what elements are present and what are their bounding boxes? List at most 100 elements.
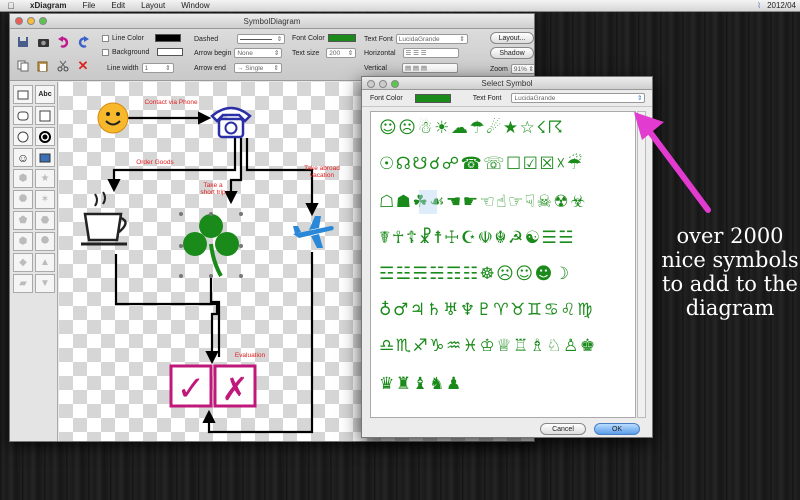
arrow-end-label: Arrow end	[194, 64, 226, 72]
hexagon-tool-icon[interactable]: ⬢	[13, 169, 33, 188]
menu-window[interactable]: Window	[173, 1, 217, 10]
circle-tool-icon[interactable]	[13, 127, 33, 146]
dialog-zoom-icon[interactable]	[391, 80, 399, 88]
horizontal-label: Horizontal	[364, 49, 396, 57]
delete-icon[interactable]: ✕	[74, 56, 92, 76]
line-color-checkbox[interactable]	[102, 34, 109, 42]
dialog-text-font-select[interactable]: LucidaGrande ⇕	[511, 93, 646, 103]
symbol-row[interactable]: ☖☗☘☙☚☛☜☝☞☟☠☢☣	[379, 192, 587, 212]
airplane-node-icon[interactable]	[291, 214, 335, 250]
ok-button[interactable]: OK	[594, 423, 640, 435]
triangle-down-tool-icon[interactable]: ▼	[35, 274, 55, 293]
dialog-options-bar: Font Color Text Font LucidaGrande ⇕	[362, 90, 652, 107]
dialog-window-controls	[367, 80, 399, 88]
symbol-row[interactable]: ♛♜♝♞♟	[379, 374, 463, 394]
text-tool[interactable]: Abc	[35, 85, 55, 104]
pentagon-tool-icon[interactable]: ⬟	[13, 211, 33, 230]
toolbar-icon-grid: ✕	[14, 32, 92, 78]
cancel-button[interactable]: Cancel	[540, 423, 586, 435]
symbol-row[interactable]: ♎♏♐♑♒♓♔♕♖♗♘♙♚	[379, 336, 597, 356]
dialog-titlebar[interactable]: Select Symbol	[362, 77, 652, 90]
arrow-begin-field: Arrow begin None ⇕	[194, 48, 283, 58]
label-order[interactable]: Order Goods	[125, 159, 185, 166]
filled-circle-tool-icon[interactable]	[35, 127, 55, 146]
label-evaluation[interactable]: Evaluation	[229, 352, 271, 359]
status-wifi-icon[interactable]: ⌇	[757, 1, 761, 10]
camera-icon[interactable]	[34, 32, 52, 52]
hexagon2-tool-icon[interactable]: ⬣	[35, 211, 55, 230]
menu-bar:  xDiagram File Edit Layout Window ⌇ 201…	[0, 0, 800, 12]
cut-icon[interactable]	[54, 56, 72, 76]
shadow-button[interactable]: Shadow	[490, 47, 534, 59]
telephone-node-icon[interactable]	[209, 102, 253, 140]
minimize-icon[interactable]	[27, 17, 35, 25]
symbol-row[interactable]: ☤☥☦☧☨☩☪☫☬☭☯☰☱	[379, 228, 575, 248]
zoom-select[interactable]: 91% ⇕	[510, 64, 534, 74]
menu-edit[interactable]: Edit	[103, 1, 133, 10]
octagon2-tool-icon[interactable]: ⯄	[35, 232, 55, 251]
menu-layout[interactable]: Layout	[133, 1, 173, 10]
arrow-begin-select[interactable]: None ⇕	[234, 48, 283, 58]
svg-text:✗: ✗	[222, 370, 249, 408]
star-tool-icon[interactable]: ★	[35, 169, 55, 188]
line-width-select[interactable]: 1 ⇕	[141, 63, 174, 73]
menu-app-name[interactable]: xDiagram	[22, 1, 74, 10]
background-swatch[interactable]	[157, 48, 184, 56]
shamrock-node-icon[interactable]	[177, 210, 245, 280]
apple-icon[interactable]: 	[0, 1, 22, 11]
diamond-tool-icon[interactable]: ◆	[13, 253, 33, 272]
zoom-icon[interactable]	[39, 17, 47, 25]
label-abroad[interactable]: Take abroad vacation	[301, 165, 343, 179]
dialog-close-icon[interactable]	[367, 80, 375, 88]
octagon-tool-icon[interactable]: ⯃	[13, 190, 33, 209]
symbol-row[interactable]: ☲☳☴☵☶☷☸☹☺☻☽	[379, 264, 571, 284]
line-color-label: Line Color	[112, 34, 144, 42]
menu-file[interactable]: File	[74, 1, 103, 10]
symbol-row[interactable]: ☉☊☋☌☍☎☏☐☑☒☓☔	[379, 154, 584, 174]
text-size-select[interactable]: 200 ⇕	[326, 48, 357, 58]
image-tool-icon[interactable]	[35, 148, 55, 167]
paste-icon[interactable]	[34, 56, 52, 76]
font-color-field: Font Color	[292, 34, 356, 42]
dialog-font-color-swatch[interactable]	[414, 93, 451, 103]
horizontal-align-control[interactable]: ☰ ☰ ☰	[402, 48, 459, 58]
text-font-select[interactable]: LucidaGrande ⇕	[395, 34, 468, 44]
dashed-select[interactable]: ⇕	[237, 34, 286, 44]
label-contact[interactable]: Contact via Phone	[141, 99, 201, 106]
check-cross-node-icon[interactable]: ✓ ✗	[169, 364, 259, 410]
symbol-grid[interactable]: ☺☹☃☀☁☂☄★☆☇☈ ☉☊☋☌☍☎☏☐☑☒☓☔ ☖☗☘☙☚☛☜☝☞☟☠☢☣ ☤…	[370, 111, 636, 418]
close-icon[interactable]	[15, 17, 23, 25]
smiley-tool-icon[interactable]: ☺	[13, 148, 33, 167]
parallelogram-tool-icon[interactable]: ▰	[13, 274, 33, 293]
smiley-node-icon[interactable]	[97, 102, 129, 134]
label-trip[interactable]: Take a short trip	[199, 182, 227, 196]
select-symbol-dialog: Select Symbol Font Color Text Font Lucid…	[361, 76, 653, 438]
zoom-label: Zoom	[490, 65, 508, 73]
text-font-field: Text Font LucidaGrande ⇕	[364, 34, 468, 44]
square-tool-icon[interactable]	[35, 106, 55, 125]
triangle-tool-icon[interactable]: ▲	[35, 253, 55, 272]
rounded-rect-tool-icon[interactable]	[13, 106, 33, 125]
rect-tool-icon[interactable]	[13, 85, 33, 104]
arrow-end-select[interactable]: → Single ⇕	[233, 63, 282, 73]
save-icon[interactable]	[14, 32, 32, 52]
undo-icon[interactable]	[54, 32, 72, 52]
format-toolbar: ✕ Line Color Background Line width 1 ⇕ Da…	[10, 29, 534, 81]
copy-icon[interactable]	[14, 56, 32, 76]
menu-clock[interactable]: 2012/04	[767, 1, 796, 10]
coffee-cup-node-icon[interactable]	[79, 190, 129, 252]
symbol-row[interactable]: ☺☹☃☀☁☂☄★☆☇☈	[379, 118, 564, 138]
symbol-row[interactable]: ♁♂♃♄♅♆♇♈♉♊♋♌♍	[379, 300, 594, 320]
line-color-swatch[interactable]	[154, 34, 181, 42]
layout-button[interactable]: Layout...	[490, 32, 534, 44]
background-checkbox[interactable]	[102, 48, 109, 56]
dialog-text-font-label: Text Font	[472, 94, 502, 102]
line-width-label: Line width	[107, 64, 139, 72]
redo-icon[interactable]	[74, 32, 92, 52]
star6-tool-icon[interactable]: ✶	[35, 190, 55, 209]
vertical-align-control[interactable]: ▤ ▤ ▤	[401, 63, 458, 73]
dialog-minimize-icon[interactable]	[379, 80, 387, 88]
font-color-swatch[interactable]	[327, 34, 356, 42]
heptagon-tool-icon[interactable]: ⬢	[13, 232, 33, 251]
main-titlebar[interactable]: SymbolDiagram	[10, 14, 534, 29]
